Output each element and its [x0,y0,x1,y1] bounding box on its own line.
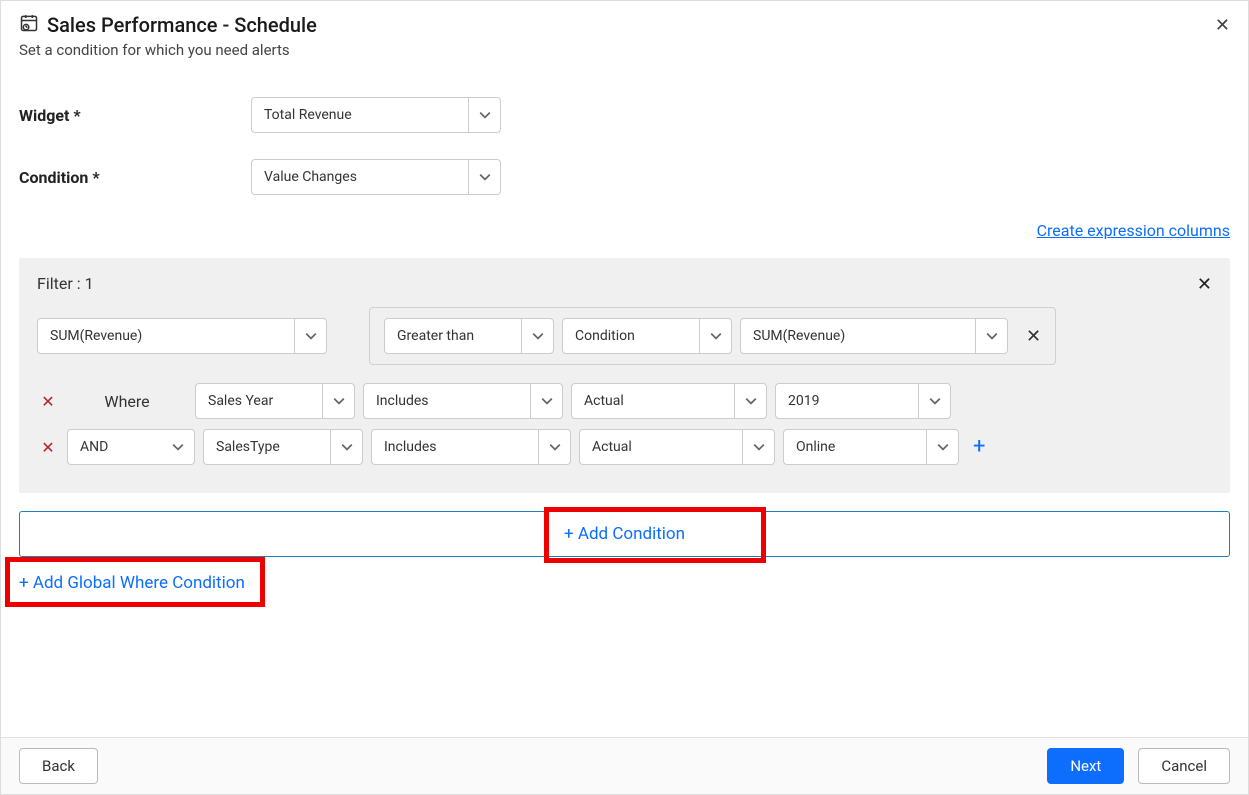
chevron-down-icon [294,319,326,353]
dialog-header: Sales Performance - Schedule Set a condi… [1,1,1248,67]
schedule-dialog: Sales Performance - Schedule Set a condi… [0,0,1249,795]
comparison-group: Greater than Condition SUM(Revenue) [369,307,1056,365]
close-icon[interactable]: ✕ [1215,15,1230,36]
measure-select[interactable]: SUM(Revenue) [37,318,327,354]
where-row: ✕ AND SalesType Includes [37,429,1212,465]
filter-title: Filter : 1 [37,274,1212,293]
cancel-button[interactable]: Cancel [1138,748,1230,784]
where-mode-select[interactable]: Actual [571,383,767,419]
where-row: ✕ Where Sales Year Includes Actual [37,383,1212,419]
condition-label: Condition * [19,168,251,187]
chevron-down-icon [521,319,553,353]
add-global-where-button[interactable]: + Add Global Where Condition [19,573,245,593]
condition-select[interactable]: Value Changes [251,159,501,195]
where-mode-select[interactable]: Actual [579,429,775,465]
chevron-down-icon [918,384,950,418]
chevron-down-icon [699,319,731,353]
chevron-down-icon [742,430,774,464]
where-op-select[interactable]: Includes [363,383,563,419]
chevron-down-icon [468,98,500,132]
chevron-down-icon [162,430,194,464]
chevron-down-icon [468,160,500,194]
chevron-down-icon [734,384,766,418]
chevron-down-icon [538,430,570,464]
next-button[interactable]: Next [1047,748,1124,784]
where-value-select[interactable]: 2019 [775,383,951,419]
condition-select-value: Value Changes [252,169,468,185]
filter-panel: Filter : 1 ✕ SUM(Revenue) Greater than C… [19,258,1230,493]
compare-value-select[interactable]: SUM(Revenue) [740,318,1008,354]
operator-select[interactable]: Greater than [384,318,554,354]
dialog-footer: Back Next Cancel [1,737,1248,794]
where-label: Where [67,392,187,411]
remove-where-row-icon[interactable]: ✕ [37,392,59,411]
chevron-down-icon [975,319,1007,353]
remove-where-row-icon[interactable]: ✕ [37,438,59,457]
chevron-down-icon [322,384,354,418]
where-logic-select[interactable]: AND [67,429,195,465]
create-expression-columns-link[interactable]: Create expression columns [1037,221,1230,240]
remove-filter-icon[interactable]: ✕ [1197,274,1212,295]
add-where-row-icon[interactable]: + [973,436,985,458]
where-op-select[interactable]: Includes [371,429,571,465]
where-value-select[interactable]: Online [783,429,959,465]
compare-type-select[interactable]: Condition [562,318,732,354]
add-condition-button[interactable]: + Add Condition [19,511,1230,557]
chevron-down-icon [530,384,562,418]
remove-comparison-icon[interactable]: ✕ [1026,326,1041,347]
widget-select[interactable]: Total Revenue [251,97,501,133]
chevron-down-icon [926,430,958,464]
calendar-schedule-icon [19,13,39,37]
back-button[interactable]: Back [19,748,98,784]
widget-label: Widget * [19,106,251,125]
where-column-select[interactable]: SalesType [203,429,363,465]
chevron-down-icon [330,430,362,464]
dialog-subtitle: Set a condition for which you need alert… [19,41,1230,59]
form-area: Widget * Total Revenue Condition * Value… [1,67,1248,221]
widget-select-value: Total Revenue [252,107,468,123]
where-column-select[interactable]: Sales Year [195,383,355,419]
dialog-title: Sales Performance - Schedule [47,13,317,37]
